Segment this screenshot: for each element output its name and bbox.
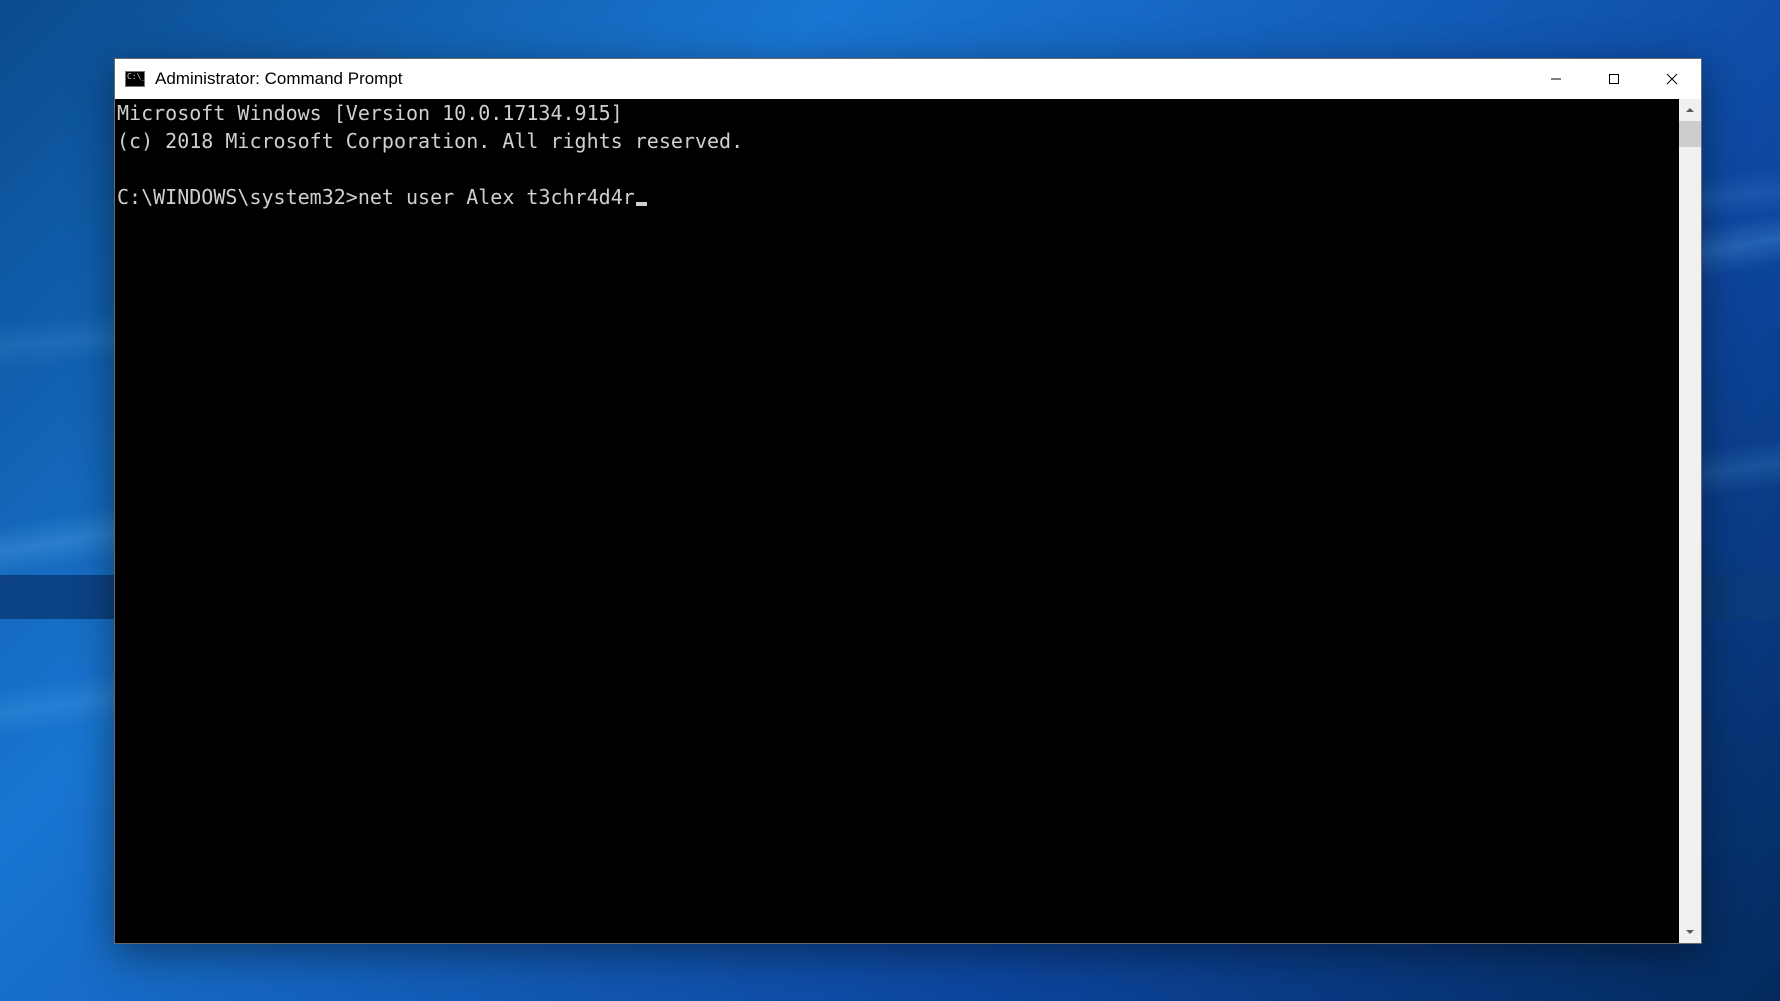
- minimize-button[interactable]: [1527, 59, 1585, 99]
- close-button[interactable]: [1643, 59, 1701, 99]
- cmd-icon: [125, 71, 145, 87]
- minimize-icon: [1550, 73, 1562, 85]
- terminal-line: (c) 2018 Microsoft Corporation. All righ…: [117, 129, 743, 153]
- terminal-output[interactable]: Microsoft Windows [Version 10.0.17134.91…: [115, 99, 1679, 943]
- titlebar[interactable]: Administrator: Command Prompt: [115, 59, 1701, 99]
- scroll-up-button[interactable]: [1679, 99, 1701, 121]
- terminal-prompt: C:\WINDOWS\system32>: [117, 185, 358, 209]
- scroll-thumb[interactable]: [1679, 121, 1701, 147]
- maximize-icon: [1608, 73, 1620, 85]
- close-icon: [1666, 73, 1678, 85]
- maximize-button[interactable]: [1585, 59, 1643, 99]
- client-area: Microsoft Windows [Version 10.0.17134.91…: [115, 99, 1701, 943]
- chevron-down-icon: [1685, 927, 1695, 937]
- scroll-track[interactable]: [1679, 121, 1701, 921]
- window-controls: [1527, 59, 1701, 99]
- terminal-command-input[interactable]: net user Alex t3chr4d4r: [358, 185, 635, 209]
- chevron-up-icon: [1685, 105, 1695, 115]
- scroll-down-button[interactable]: [1679, 921, 1701, 943]
- command-prompt-window: Administrator: Command Prompt Microsoft …: [114, 58, 1702, 944]
- window-title: Administrator: Command Prompt: [155, 69, 1527, 89]
- terminal-line: Microsoft Windows [Version 10.0.17134.91…: [117, 101, 623, 125]
- text-cursor: [636, 202, 647, 206]
- vertical-scrollbar[interactable]: [1679, 99, 1701, 943]
